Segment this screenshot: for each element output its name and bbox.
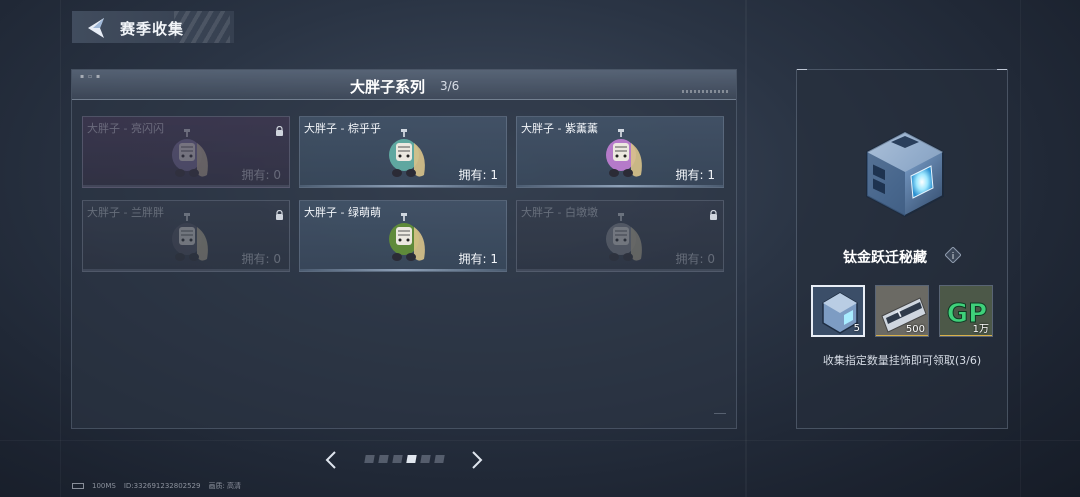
card-name: 大胖子 - 兰胖胖 <box>87 206 164 219</box>
character-figure-image <box>601 129 647 185</box>
svg-text:i: i <box>952 252 955 262</box>
card-underline <box>517 185 723 187</box>
card-name: 大胖子 - 白墩墩 <box>521 206 598 219</box>
titanium-crate-image <box>859 128 951 220</box>
page-dot[interactable] <box>434 455 445 463</box>
owned-count: 拥有: 1 <box>675 168 716 182</box>
card-underline <box>300 185 506 187</box>
quality-text: 画质: 高清 <box>208 482 242 490</box>
reward-panel: 钛金跃迁秘藏 i 5 T 500 GP 1万 收集指定数量挂饰即可领取(3/6) <box>796 69 1008 429</box>
lock-icon <box>275 121 284 136</box>
panel-header: ▪ ▫ ▪ 大胖子系列 3/6 <box>72 70 736 100</box>
series-count: 3/6 <box>440 79 460 93</box>
card-underline <box>300 269 506 271</box>
lock-icon <box>709 205 718 220</box>
card-name: 大胖子 - 棕乎乎 <box>304 122 381 135</box>
collection-card[interactable]: 大胖子 - 白墩墩拥有: 0 <box>516 200 724 272</box>
reward-item-crate[interactable]: 5 <box>811 285 865 337</box>
page-title: 赛季收集 <box>120 20 185 38</box>
reward-item-ticket[interactable]: T 500 <box>875 285 929 337</box>
page-dot[interactable] <box>420 455 431 463</box>
series-title: 大胖子系列 <box>350 78 426 96</box>
card-name: 大胖子 - 亮闪闪 <box>87 122 164 135</box>
owned-count: 拥有: 1 <box>458 252 499 266</box>
owned-count: 拥有: 0 <box>241 168 282 182</box>
status-bar: 100MS ID:332691232802529 画质: 高清 <box>72 481 241 491</box>
collection-card[interactable]: 大胖子 - 绿萌萌拥有: 1 <box>299 200 507 272</box>
collection-card[interactable]: 大胖子 - 紫薰薰拥有: 1 <box>516 116 724 188</box>
back-icon[interactable] <box>84 16 108 40</box>
panel-header-decoration: ▪ ▫ ▪ <box>80 73 102 80</box>
panel-corner-mark <box>997 69 1007 70</box>
card-underline <box>517 269 723 271</box>
character-figure-image <box>167 129 213 185</box>
lock-icon <box>275 205 284 220</box>
page-dot[interactable] <box>364 455 375 463</box>
reward-item-gp[interactable]: GP 1万 <box>939 285 993 337</box>
owned-count: 拥有: 0 <box>241 252 282 266</box>
reward-description: 收集指定数量挂饰即可领取(3/6) <box>822 354 982 367</box>
card-underline <box>83 185 289 187</box>
owned-count: 拥有: 1 <box>458 168 499 182</box>
player-id: ID:332691232802529 <box>123 482 201 490</box>
panel-header-dots <box>682 90 728 93</box>
owned-count: 拥有: 0 <box>675 252 716 266</box>
info-icon[interactable]: i <box>944 246 962 264</box>
panel-corner-mark <box>714 413 726 414</box>
item-quantity: 5 <box>853 323 860 334</box>
collection-card[interactable]: 大胖子 - 兰胖胖拥有: 0 <box>82 200 290 272</box>
page-dot[interactable] <box>392 455 403 463</box>
page-dot[interactable] <box>406 455 417 463</box>
collection-card[interactable]: 大胖子 - 亮闪闪拥有: 0 <box>82 116 290 188</box>
character-figure-image <box>601 213 647 269</box>
collection-card[interactable]: 大胖子 - 棕乎乎拥有: 1 <box>299 116 507 188</box>
card-name: 大胖子 - 紫薰薰 <box>521 122 598 135</box>
character-figure-image <box>384 129 430 185</box>
item-quantity: 500 <box>905 324 925 335</box>
character-figure-image <box>384 213 430 269</box>
character-figure-image <box>167 213 213 269</box>
card-underline <box>83 269 289 271</box>
card-name: 大胖子 - 绿萌萌 <box>304 206 381 219</box>
reward-name: 钛金跃迁秘藏 <box>843 250 927 266</box>
battery-icon <box>72 483 84 489</box>
item-quantity: 1万 <box>972 324 989 335</box>
prev-page-icon[interactable] <box>323 450 339 470</box>
panel-corner-mark <box>797 69 807 70</box>
ping-text: 100MS <box>92 482 116 490</box>
page-dot[interactable] <box>378 455 389 463</box>
page-indicator <box>364 455 445 463</box>
next-page-icon[interactable] <box>469 450 485 470</box>
